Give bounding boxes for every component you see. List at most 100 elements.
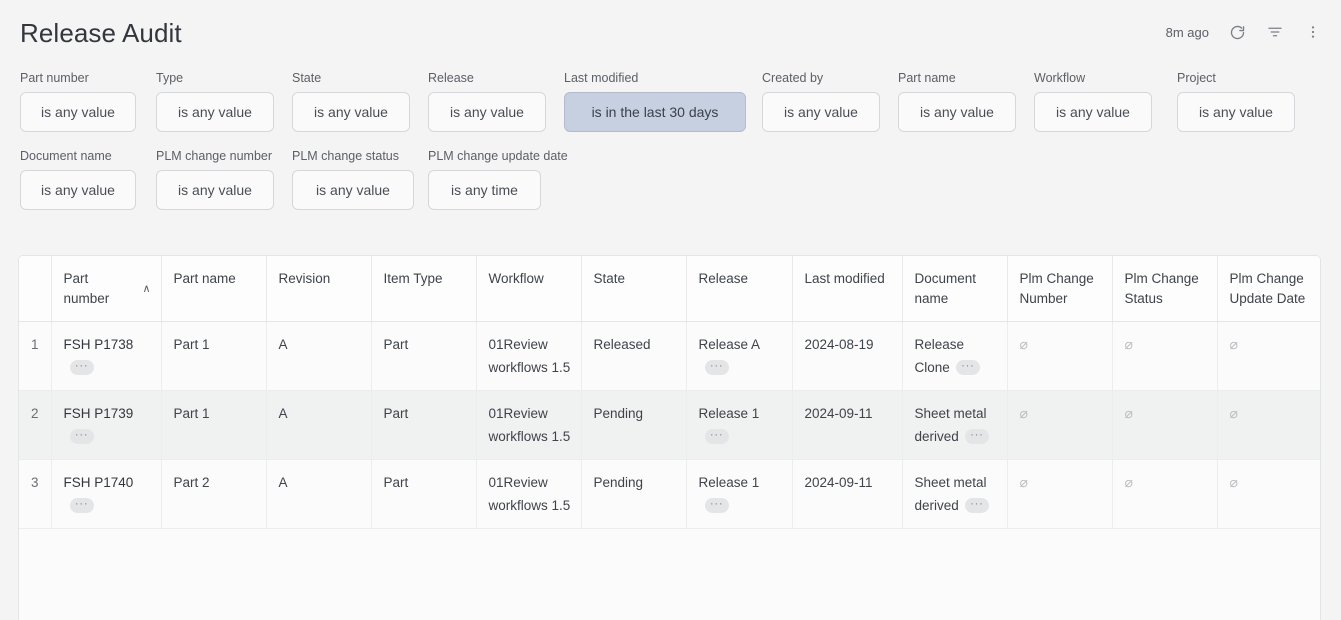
filter-row-2: Document name is any value PLM change nu… [20,148,1320,210]
results-table-container[interactable]: Part number ∧ Part name Revision Item Ty… [18,255,1321,620]
cell-state: Released [581,322,686,391]
cell-plm-change-update-date: ⌀ [1217,460,1321,529]
cell-plm-change-number: ⌀ [1007,322,1112,391]
filter-project: Project is any value [1177,70,1307,132]
header-actions: 8m ago [1166,18,1327,46]
filter-chip-part-name[interactable]: is any value [898,92,1016,132]
column-header-label: Part number [64,269,136,309]
filter-chip-project[interactable]: is any value [1177,92,1295,132]
filter-label: PLM change update date [428,148,608,164]
filter-row-1: Part number is any value Type is any val… [20,70,1320,132]
cell-document-name[interactable]: Sheet metal derived··· [902,391,1007,460]
filter-chip-document-name[interactable]: is any value [20,170,136,210]
last-updated-text: 8m ago [1166,25,1213,40]
filter-chip-plm-change-number[interactable]: is any value [156,170,274,210]
column-header-plm-change-status[interactable]: Plm Change Status [1112,256,1217,322]
filter-chip-plm-change-status[interactable]: is any value [292,170,414,210]
cell-state: Pending [581,460,686,529]
filter-plm-change-number: PLM change number is any value [156,148,292,210]
column-header-release[interactable]: Release [686,256,792,322]
filter-chip-plm-change-update-date[interactable]: is any time [428,170,541,210]
filter-created-by: Created by is any value [762,70,898,132]
cell-part-name: Part 1 [161,322,266,391]
row-index: 1 [19,322,51,391]
cell-workflow: 01Review workflows 1.5 [476,460,581,529]
row-actions-pill[interactable]: ··· [705,360,729,375]
filter-chip-workflow[interactable]: is any value [1034,92,1152,132]
cell-part-number[interactable]: FSH P1739··· [51,391,161,460]
row-actions-pill[interactable]: ··· [70,498,94,513]
filter-icon[interactable] [1261,18,1289,46]
cell-document-name[interactable]: Release Clone··· [902,322,1007,391]
cell-part-number[interactable]: FSH P1738··· [51,322,161,391]
filter-label: State [292,70,428,86]
column-header-plm-change-number[interactable]: Plm Change Number [1007,256,1112,322]
filter-label: Release [428,70,564,86]
filter-label: Part name [898,70,1034,86]
row-actions-pill[interactable]: ··· [965,498,989,513]
column-header-plm-change-update-date[interactable]: Plm Change Update Date [1217,256,1321,322]
column-header-last-modified[interactable]: Last modified [792,256,902,322]
refresh-icon[interactable] [1223,18,1251,46]
table-row[interactable]: 2 FSH P1739··· Part 1 A Part 01Review wo… [19,391,1321,460]
filter-document-name: Document name is any value [20,148,156,210]
filter-chip-type[interactable]: is any value [156,92,274,132]
row-actions-pill[interactable]: ··· [965,429,989,444]
row-actions-pill[interactable]: ··· [956,360,980,375]
row-index: 3 [19,460,51,529]
column-header-item-type[interactable]: Item Type [371,256,476,322]
page-title: Release Audit [20,18,182,49]
row-actions-pill[interactable]: ··· [70,360,94,375]
cell-document-name[interactable]: Sheet metal derived··· [902,460,1007,529]
filter-chip-last-modified[interactable]: is in the last 30 days [564,92,746,132]
cell-part-name: Part 1 [161,391,266,460]
row-actions-pill[interactable]: ··· [705,498,729,513]
page-header: Release Audit 8m ago [0,0,1341,62]
filter-chip-created-by[interactable]: is any value [762,92,880,132]
row-actions-pill[interactable]: ··· [705,429,729,444]
column-header-part-name[interactable]: Part name [161,256,266,322]
cell-item-type: Part [371,322,476,391]
filter-chip-part-number[interactable]: is any value [20,92,136,132]
filter-workflow: Workflow is any value [1034,70,1177,132]
cell-release[interactable]: Release 1··· [686,391,792,460]
cell-workflow: 01Review workflows 1.5 [476,322,581,391]
results-table: Part number ∧ Part name Revision Item Ty… [19,256,1321,529]
table-header-row: Part number ∧ Part name Revision Item Ty… [19,256,1321,322]
filter-chip-release[interactable]: is any value [428,92,546,132]
cell-release[interactable]: Release A··· [686,322,792,391]
filter-label: Workflow [1034,70,1177,86]
cell-plm-change-number: ⌀ [1007,460,1112,529]
column-header-revision[interactable]: Revision [266,256,371,322]
filter-label: Project [1177,70,1307,86]
filter-label: Document name [20,148,156,164]
cell-plm-change-update-date: ⌀ [1217,391,1321,460]
cell-last-modified: 2024-09-11 [792,460,902,529]
release-audit-page: Release Audit 8m ago [0,0,1341,620]
filter-part-number: Part number is any value [20,70,156,132]
filter-bar: Part number is any value Type is any val… [20,70,1320,210]
cell-part-number[interactable]: FSH P1740··· [51,460,161,529]
table-row[interactable]: 1 FSH P1738··· Part 1 A Part 01Review wo… [19,322,1321,391]
cell-item-type: Part [371,391,476,460]
column-header-state[interactable]: State [581,256,686,322]
cell-plm-change-number: ⌀ [1007,391,1112,460]
filter-plm-change-update-date: PLM change update date is any time [428,148,608,210]
column-header-document-name[interactable]: Document name [902,256,1007,322]
cell-state: Pending [581,391,686,460]
more-vertical-icon[interactable] [1299,18,1327,46]
cell-plm-change-status: ⌀ [1112,322,1217,391]
filter-state: State is any value [292,70,428,132]
table-row[interactable]: 3 FSH P1740··· Part 2 A Part 01Review wo… [19,460,1321,529]
filter-chip-state[interactable]: is any value [292,92,410,132]
sort-ascending-icon: ∧ [142,284,150,295]
filter-label: Created by [762,70,898,86]
cell-item-type: Part [371,460,476,529]
column-header-part-number[interactable]: Part number ∧ [51,256,161,322]
cell-revision: A [266,391,371,460]
cell-release[interactable]: Release 1··· [686,460,792,529]
cell-revision: A [266,322,371,391]
row-actions-pill[interactable]: ··· [70,429,94,444]
filter-last-modified: Last modified is in the last 30 days [564,70,762,132]
column-header-workflow[interactable]: Workflow [476,256,581,322]
